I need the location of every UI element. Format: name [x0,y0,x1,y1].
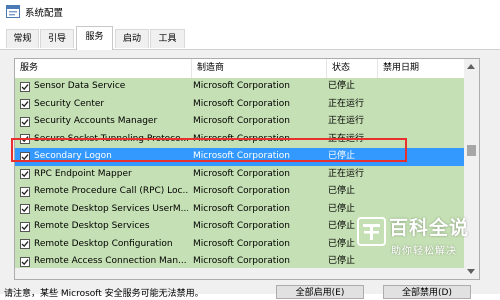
service-name: Remote Procedure Call (RPC) Loc... [34,186,188,196]
table-row[interactable]: Sensor Data Service Microsoft Corporation… [15,78,465,96]
table-row[interactable]: Remote Procedure Call (RPC) Loc... Micros… [15,183,465,201]
service-status: 正在运行 [328,98,365,109]
service-checkbox[interactable] [20,81,30,92]
service-checkbox[interactable] [20,116,30,127]
disable-all-button[interactable]: 全部禁用(D) [383,285,471,299]
service-checkbox[interactable] [20,239,30,249]
table-row[interactable]: Security Accounts Manager Microsoft Corpo… [15,113,465,131]
msconfig-icon [6,5,20,18]
column-header-disabled-date[interactable]: 禁用日期 [378,59,465,78]
checkmark-icon [21,258,29,265]
service-manufacturer: Microsoft Corporation [193,186,290,196]
service-manufacturer: Microsoft Corporation [193,168,290,179]
checkmark-icon [21,223,29,230]
service-name: Remote Desktop Configuration [34,238,173,249]
service-status: 已停止 [328,81,356,91]
watermark-main-text: 百科全说 [389,217,470,239]
highlight-box [11,138,407,162]
service-manufacturer: Microsoft Corporation [193,203,290,214]
baike-logo-icon [357,217,386,246]
list-header: 服务 制造商 状态 禁用日期 [15,59,465,79]
service-checkbox[interactable] [20,169,30,179]
scroll-down-arrow-icon[interactable] [467,269,475,274]
service-manufacturer: Microsoft Corporation [193,81,290,91]
table-row[interactable]: RPC Endpoint Mapper Microsoft Corporation… [15,165,465,183]
service-checkbox[interactable] [20,99,30,109]
service-checkbox[interactable] [20,204,30,214]
service-status: 已停止 [328,186,356,196]
checkmark-icon [21,171,29,178]
service-checkbox[interactable] [20,256,30,267]
checkmark-icon [21,206,29,213]
service-name: Sensor Data Service [34,81,126,91]
checkmark-icon [21,118,29,125]
service-name: Security Accounts Manager [34,116,158,126]
tab-services[interactable]: 服务 [76,26,113,50]
tab-bar: 常规 引导 服务 启动 工具 [0,24,500,50]
service-name: Security Center [34,98,105,109]
service-checkbox[interactable] [20,221,30,232]
service-checkbox[interactable] [20,186,30,197]
checkmark-icon [21,101,29,108]
checkmark-icon [21,83,29,90]
table-row[interactable]: Security Center Microsoft Corporation 正在运行 [15,95,465,113]
checkmark-icon [21,241,29,248]
service-name: Remote Desktop Services [34,221,150,231]
column-header-manufacturer[interactable]: 制造商 [192,59,327,78]
window-title: 系统配置 [25,8,64,19]
column-header-service[interactable]: 服务 [15,59,192,78]
column-header-status[interactable]: 状态 [327,59,378,78]
enable-all-button[interactable]: 全部启用(E) [276,285,364,299]
service-name: Remote Desktop Services UserM... [34,203,188,214]
tab-tools[interactable]: 工具 [150,29,185,48]
service-status: 正在运行 [328,116,365,126]
service-manufacturer: Microsoft Corporation [193,116,290,126]
service-name: RPC Endpoint Mapper [34,168,132,179]
scroll-up-arrow-icon[interactable] [467,64,475,69]
watermark-sub-text: 助你轻松解决 [391,246,457,257]
checkmark-icon [21,188,29,195]
title-bar: 系统配置 [0,0,500,24]
service-manufacturer: Microsoft Corporation [193,221,290,231]
watermark: 百科全说 助你轻松解决 [357,212,469,262]
service-manufacturer: Microsoft Corporation [193,238,290,249]
horizontal-scrollbar[interactable] [15,268,464,279]
service-status: 正在运行 [328,168,365,179]
tab-startup[interactable]: 启动 [115,29,149,48]
tab-boot[interactable]: 引导 [40,29,74,48]
scroll-thumb[interactable] [467,145,476,156]
service-manufacturer: Microsoft Corporation [193,98,290,109]
tab-general[interactable]: 常规 [6,29,39,48]
